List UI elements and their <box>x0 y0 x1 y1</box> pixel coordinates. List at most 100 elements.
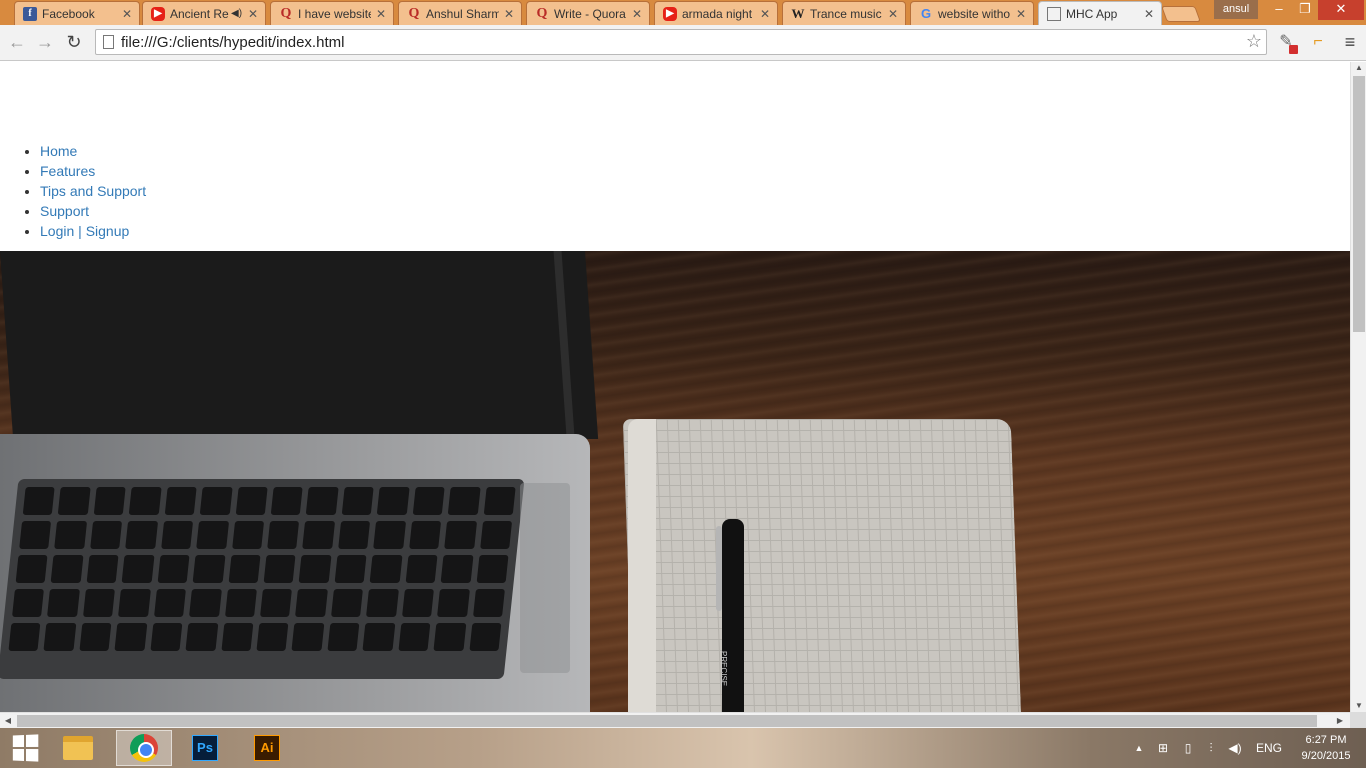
tab-facebook[interactable]: f Facebook ✕ <box>14 1 140 25</box>
nav-link-features[interactable]: Features <box>40 163 95 179</box>
tab-title: armada night <box>682 6 753 21</box>
action-center-icon[interactable]: ⊞ <box>1155 728 1171 768</box>
tablet-icon[interactable]: ▯ <box>1180 728 1196 768</box>
scrollbar-corner <box>1350 712 1366 728</box>
nav-item-home: Home <box>40 142 146 162</box>
tab-title: website witho <box>938 6 1011 21</box>
tab-close-icon[interactable]: ✕ <box>631 7 643 21</box>
scroll-down-arrow-icon[interactable]: ▼ <box>1351 700 1366 712</box>
wikipedia-icon: W <box>791 5 805 21</box>
tab-quora-website[interactable]: Q I have website ✕ <box>270 1 394 25</box>
reload-icon[interactable]: ↻ <box>63 31 85 53</box>
folder-icon <box>63 736 93 760</box>
page-viewport: Home Features Tips and Support Support L… <box>0 62 1350 712</box>
tab-youtube-armada[interactable]: ▶ armada night ✕ <box>654 1 778 25</box>
address-bar[interactable]: file:///G:/clients/hypedit/index.html ☆ <box>95 29 1267 55</box>
quora-icon: Q <box>408 5 420 21</box>
start-button[interactable] <box>2 730 48 766</box>
windows-taskbar: Ps Ai ▲ ⊞ ▯ ⫶ ◀) ENG 6:27 PM 9/20/2015 <box>0 728 1366 768</box>
quora-icon: Q <box>536 5 548 21</box>
laptop-keyboard <box>0 479 525 679</box>
nav-link-tips-support[interactable]: Tips and Support <box>40 183 146 199</box>
pen-brand-text: PRECISE <box>719 651 728 687</box>
chrome-icon <box>130 734 158 762</box>
vertical-scrollbar[interactable]: ▲ ▼ <box>1350 62 1366 712</box>
tab-quora-anshul[interactable]: Q Anshul Sharm ✕ <box>398 1 522 25</box>
tab-title: Ancient Re <box>170 6 229 21</box>
google-icon: G <box>920 6 932 21</box>
tab-mhc-app[interactable]: MHC App ✕ <box>1038 1 1162 25</box>
eyedropper-extension-icon[interactable]: ✎ <box>1276 32 1298 54</box>
nav-link-home[interactable]: Home <box>40 143 77 159</box>
taskbar-chrome[interactable] <box>116 730 172 766</box>
back-arrow-icon[interactable]: ← <box>6 31 28 53</box>
browser-tab-strip: f Facebook ✕ ▶ Ancient Re ◀) ✕ Q I have … <box>0 0 1366 25</box>
tab-quora-write[interactable]: Q Write - Quora ✕ <box>526 1 650 25</box>
tab-title: Facebook <box>42 6 95 21</box>
nav-item-support: Support <box>40 202 146 222</box>
quora-icon: Q <box>280 5 292 21</box>
auth-separator: | <box>78 223 82 239</box>
horizontal-scrollbar[interactable]: ◀ ▶ <box>0 712 1350 728</box>
nav-link-support[interactable]: Support <box>40 203 89 219</box>
chrome-menu-icon[interactable]: ≡ <box>1340 32 1360 52</box>
taskbar-photoshop[interactable]: Ps <box>182 730 228 766</box>
tab-close-icon[interactable]: ✕ <box>375 7 387 21</box>
vertical-scroll-thumb[interactable] <box>1353 76 1365 332</box>
maximize-button[interactable]: ❐ <box>1292 0 1318 20</box>
network-signal-icon[interactable]: ⫶ <box>1203 728 1219 768</box>
tab-title: Anshul Sharm <box>426 6 499 21</box>
horizontal-scroll-thumb[interactable] <box>17 715 1317 727</box>
windows-logo-icon <box>12 734 39 762</box>
tab-title: MHC App <box>1066 6 1118 21</box>
minimize-button[interactable]: – <box>1266 0 1292 20</box>
nav-item-tips: Tips and Support <box>40 182 146 202</box>
signup-link[interactable]: Signup <box>86 223 130 239</box>
tab-close-icon[interactable]: ✕ <box>247 7 259 21</box>
site-nav: Home Features Tips and Support Support L… <box>40 142 146 242</box>
nav-item-auth: Login | Signup <box>40 222 146 242</box>
photoshop-icon: Ps <box>192 735 218 761</box>
laptop-speaker-grille <box>520 483 570 673</box>
system-clock[interactable]: 6:27 PM 9/20/2015 <box>1294 732 1358 764</box>
taskbar-file-explorer[interactable] <box>55 730 101 766</box>
scroll-right-arrow-icon[interactable]: ▶ <box>1334 713 1346 729</box>
speaker-icon: ◀) <box>231 8 243 19</box>
page-icon <box>1047 6 1061 21</box>
ruler-extension-icon[interactable]: ⌐ <box>1308 32 1328 52</box>
taskbar-illustrator[interactable]: Ai <box>244 730 290 766</box>
tab-wikipedia-trance[interactable]: W Trance music ✕ <box>782 1 906 25</box>
tab-title: Trance music <box>810 6 882 21</box>
tab-title: I have website <box>298 6 371 21</box>
notebook-spine <box>628 419 656 712</box>
tab-close-icon[interactable]: ✕ <box>759 7 771 21</box>
clock-time: 6:27 PM <box>1305 734 1347 746</box>
page-icon <box>103 35 114 49</box>
hero-image: PRECISE <box>0 251 1350 712</box>
close-window-button[interactable]: ✕ <box>1318 0 1364 20</box>
tab-close-icon[interactable]: ✕ <box>887 7 899 21</box>
forward-arrow-icon[interactable]: → <box>34 31 56 53</box>
volume-icon[interactable]: ◀) <box>1227 728 1243 768</box>
pen-clip <box>716 526 722 611</box>
tab-close-icon[interactable]: ✕ <box>1143 7 1155 21</box>
clock-date: 9/20/2015 <box>1301 750 1351 762</box>
scroll-up-arrow-icon[interactable]: ▲ <box>1351 62 1366 74</box>
tab-close-icon[interactable]: ✕ <box>1015 7 1027 21</box>
nav-item-features: Features <box>40 162 146 182</box>
tab-google-website[interactable]: G website witho ✕ <box>910 1 1034 25</box>
new-tab-button[interactable] <box>1161 6 1201 22</box>
scroll-left-arrow-icon[interactable]: ◀ <box>2 713 14 729</box>
tab-youtube-ancient[interactable]: ▶ Ancient Re ◀) ✕ <box>142 1 266 25</box>
input-language[interactable]: ENG <box>1252 728 1286 768</box>
profile-name-badge[interactable]: ansul <box>1214 0 1258 19</box>
youtube-icon: ▶ <box>663 6 677 21</box>
tab-close-icon[interactable]: ✕ <box>121 7 133 21</box>
address-bar-url[interactable]: file:///G:/clients/hypedit/index.html <box>121 34 344 51</box>
tab-close-icon[interactable]: ✕ <box>503 7 515 21</box>
bookmark-star-icon[interactable]: ☆ <box>1246 31 1262 52</box>
browser-toolbar: ← → ↻ file:///G:/clients/hypedit/index.h… <box>0 25 1366 61</box>
show-hidden-icons-icon[interactable]: ▲ <box>1132 728 1146 768</box>
facebook-icon: f <box>23 6 37 21</box>
login-link[interactable]: Login <box>40 223 74 239</box>
